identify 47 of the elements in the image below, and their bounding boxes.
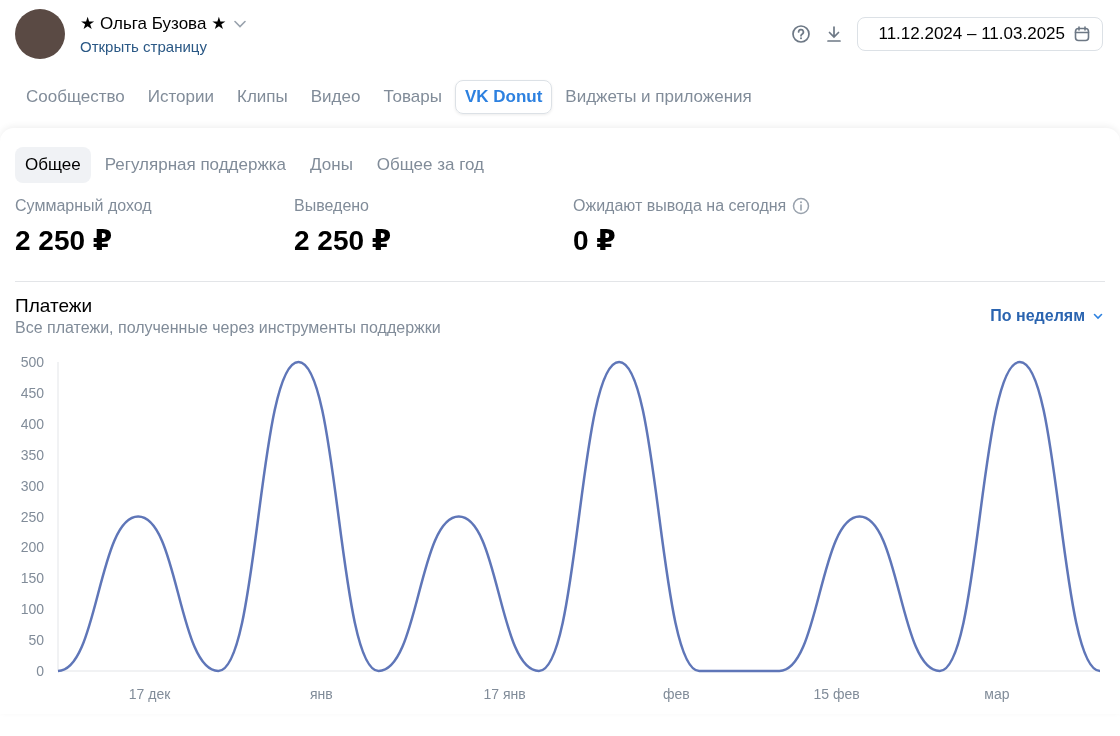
subtab[interactable]: Регулярная поддержка bbox=[94, 147, 297, 183]
help-icon[interactable] bbox=[791, 24, 812, 44]
axis-label: 350 bbox=[20, 446, 44, 463]
axis-label: 17 дек bbox=[128, 686, 171, 702]
tab[interactable]: Видео bbox=[300, 80, 371, 114]
subtab[interactable]: Общее bbox=[15, 147, 91, 183]
axis-label: 0 bbox=[36, 663, 44, 679]
axis-label: фев bbox=[662, 686, 690, 702]
axis-label: 150 bbox=[20, 570, 44, 587]
avatar[interactable] bbox=[15, 9, 65, 59]
axis-label: 15 фев bbox=[813, 686, 860, 702]
axis-label: 17 янв bbox=[483, 686, 526, 702]
stat-value: 2 250 ₽ bbox=[15, 224, 114, 257]
community-name[interactable]: ★ Ольга Бузова ★ bbox=[80, 13, 227, 34]
tab[interactable]: Клипы bbox=[227, 80, 298, 114]
period-dropdown[interactable]: По неделям bbox=[988, 307, 1105, 325]
axis-label: 400 bbox=[20, 415, 44, 432]
stat-label: Выведено bbox=[294, 197, 369, 215]
section-subtitle: Все платежи, полученные через инструменты поддержки bbox=[15, 319, 441, 337]
tab[interactable]: Виджеты и приложения bbox=[555, 80, 762, 114]
stat-value: 2 250 ₽ bbox=[294, 224, 393, 257]
axis-label: 200 bbox=[20, 539, 44, 556]
caret-icon bbox=[1093, 312, 1103, 320]
tab[interactable]: Истории bbox=[137, 80, 224, 114]
tab[interactable]: Товары bbox=[373, 80, 452, 114]
info-icon[interactable] bbox=[792, 197, 811, 215]
tab[interactable]: Сообщество bbox=[16, 80, 135, 114]
subtab[interactable]: Общее за год bbox=[366, 147, 495, 183]
calendar-icon bbox=[1073, 25, 1091, 43]
axis-label: 500 bbox=[20, 354, 44, 370]
axis-label: 50 bbox=[28, 632, 44, 649]
axis-label: 100 bbox=[20, 601, 44, 618]
axis-label: 250 bbox=[20, 508, 44, 525]
axis-label: янв bbox=[310, 686, 333, 702]
date-range-field[interactable]: 11.12.2024 – 11.03.2025 bbox=[857, 17, 1103, 51]
subtab[interactable]: Доны bbox=[300, 147, 363, 183]
axis-label: мар bbox=[984, 686, 1010, 702]
stat-value: 0 ₽ bbox=[573, 224, 617, 257]
open-page-link[interactable]: Открыть страницу bbox=[80, 38, 247, 55]
chevron-down-icon[interactable] bbox=[234, 19, 247, 28]
tab[interactable]: VK Donut bbox=[454, 80, 553, 114]
download-icon[interactable] bbox=[825, 25, 844, 43]
section-title: Платежи bbox=[15, 295, 94, 317]
axis-label: 450 bbox=[20, 384, 44, 401]
axis-label: 300 bbox=[20, 477, 44, 494]
stat-label: Суммарный доход bbox=[15, 197, 152, 215]
stat-label: Ожидают вывода на сегодня bbox=[573, 197, 787, 215]
